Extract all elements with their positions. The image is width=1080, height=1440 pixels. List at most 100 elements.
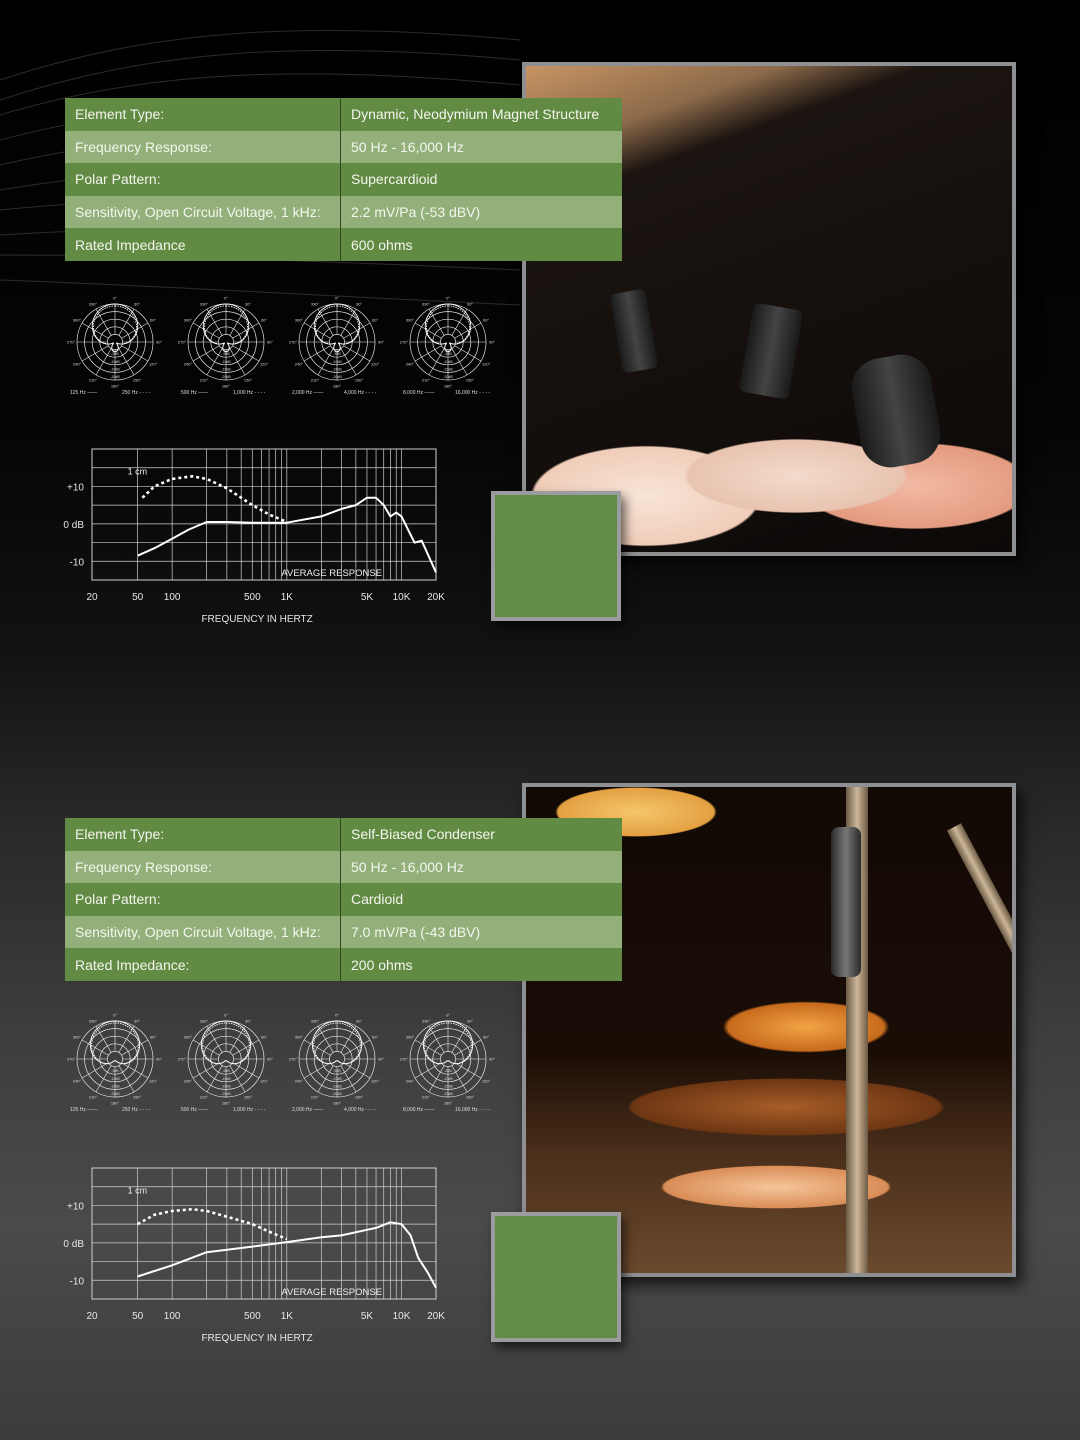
polar-angle-label: 330° <box>200 301 209 306</box>
x-tick-label: 10K <box>393 592 411 603</box>
y-tick-label: 0 dB <box>63 520 84 531</box>
polar-angle-label: 90° <box>267 1057 273 1062</box>
spec-label: Rated Impedance: <box>65 948 341 981</box>
polar-angle-label: 150° <box>466 1095 475 1100</box>
spec-label: Element Type: <box>65 818 341 851</box>
x-tick-label: 20 <box>86 592 98 603</box>
accent-green-square <box>491 1212 621 1342</box>
polar-angle-label: 240° <box>295 362 304 367</box>
polar-angle-label: 300° <box>73 318 82 323</box>
polar-angle-label: 0° <box>113 1013 117 1018</box>
polar-angle-label: 270° <box>400 340 409 345</box>
polar-angle-label: 270° <box>67 1057 76 1062</box>
polar-angle-label: 150° <box>133 1095 142 1100</box>
spec-value: 50 Hz - 16,000 Hz <box>340 850 622 884</box>
polar-angle-label: 120° <box>149 1079 158 1084</box>
polar-angle-label: 60° <box>261 1035 267 1040</box>
polar-angle-label: 210° <box>422 1095 431 1100</box>
polar-angle-label: 180° <box>333 1101 342 1106</box>
polar-ring-label: -15dB <box>110 367 120 371</box>
spec-row: Rated Impedance: 200 ohms <box>65 948 622 981</box>
spec-row: Element Type: Dynamic, Neodymium Magnet S… <box>65 98 622 131</box>
polar-ring-label: -5dB <box>111 1069 119 1073</box>
legend-1cm-label: 1 cm <box>128 466 148 476</box>
spec-row: Sensitivity, Open Circuit Voltage, 1 kHz… <box>65 195 622 229</box>
polar-legend-solid: 8,000 Hz —— <box>403 1107 435 1113</box>
polar-angle-label: 270° <box>178 340 187 345</box>
x-tick-label: 500 <box>244 592 261 603</box>
polar-angle-label: 90° <box>378 340 384 345</box>
polar-ring-label: -10dB <box>332 1077 342 1081</box>
polar-angle-label: 180° <box>111 384 120 389</box>
spec-value: Cardioid <box>340 883 622 916</box>
polar-ring-label: -20dB <box>443 1092 453 1096</box>
polar-angle-label: 90° <box>378 1057 384 1062</box>
polar-plot: 0° 30° 60° 90° 120° 150° 180° 210° 240° 270° 300° 3… <box>176 296 281 406</box>
polar-angle-label: 180° <box>111 1101 120 1106</box>
polar-ring-label: -15dB <box>221 367 231 371</box>
polar-angle-label: 150° <box>355 378 364 383</box>
spec-row: Frequency Response: 50 Hz - 16,000 Hz <box>65 850 622 884</box>
polar-plot: 0° 30° 60° 90° 120° 150° 180° 210° 240° 270° 300° 3… <box>65 296 170 406</box>
polar-plot: 0° 30° 60° 90° 120° 150° 180° 210° 240° 270° 300° 3… <box>398 296 503 406</box>
polar-ring-label: -20dB <box>110 1092 120 1096</box>
polar-angle-label: 150° <box>355 1095 364 1100</box>
polar-angle-label: 60° <box>150 1035 156 1040</box>
polar-angle-label: 270° <box>178 1057 187 1062</box>
x-tick-label: 500 <box>244 1311 261 1322</box>
y-tick-label: +10 <box>67 1201 84 1212</box>
polar-angle-label: 30° <box>467 1018 473 1023</box>
frequency-response-chart-condenser: 20 50 100 500 1K 5K 10K 20K +10 0 dB -10 FREQUENCY … <box>60 1159 460 1349</box>
polar-angle-label: 30° <box>356 301 362 306</box>
polar-ring <box>440 334 456 350</box>
y-tick-label: 0 dB <box>63 1239 84 1250</box>
polar-angle-label: 0° <box>224 296 228 301</box>
spec-value: 200 ohms <box>340 948 622 981</box>
polar-angle-label: 30° <box>245 1018 251 1023</box>
polar-ring-label: -10dB <box>443 1077 453 1081</box>
x-tick-label: 50 <box>132 1311 144 1322</box>
spec-row: Rated Impedance 600 ohms <box>65 228 622 261</box>
y-tick-label: -10 <box>70 1276 85 1287</box>
polar-plots-dynamic: 0° 30° 60° 90° 120° 150° 180° 210° 240° 270° 300° 3… <box>65 296 505 406</box>
spec-value: 2.2 mV/Pa (-53 dBV) <box>340 195 622 229</box>
spec-label: Polar Pattern: <box>65 883 341 916</box>
polar-angle-label: 180° <box>333 384 342 389</box>
spec-value: 7.0 mV/Pa (-43 dBV) <box>340 915 622 949</box>
polar-angle-label: 300° <box>184 1035 193 1040</box>
polar-angle-label: 210° <box>200 1095 209 1100</box>
spec-label: Element Type: <box>65 98 341 131</box>
polar-angle-label: 0° <box>446 296 450 301</box>
spec-table-dynamic: Element Type: Dynamic, Neodymium Magnet S… <box>65 98 622 261</box>
polar-ring-label: -15dB <box>332 1084 342 1088</box>
polar-angle-label: 0° <box>335 296 339 301</box>
polar-ring <box>107 1051 123 1067</box>
mic-2 <box>738 302 804 400</box>
polar-angle-label: 300° <box>184 318 193 323</box>
polar-angle-label: 330° <box>311 1018 320 1023</box>
polar-legend-solid: 125 Hz —— <box>70 390 98 396</box>
polar-ring <box>440 1051 456 1067</box>
polar-angle-label: 210° <box>311 1095 320 1100</box>
polar-legend-dashed: 4,000 Hz - - - - <box>344 390 377 396</box>
polar-angle-label: 180° <box>444 1101 453 1106</box>
polar-ring-label: -20dB <box>221 375 231 379</box>
polar-angle-label: 180° <box>444 384 453 389</box>
condenser-mic <box>831 827 861 977</box>
spec-row: Element Type: Self-Biased Condenser <box>65 818 622 851</box>
polar-ring-label: -5dB <box>111 352 119 356</box>
polar-legend-dashed: 16,000 Hz - - - - <box>455 1107 491 1113</box>
polar-angle-label: 240° <box>73 362 82 367</box>
polar-legend-solid: 125 Hz —— <box>70 1107 98 1113</box>
polar-angle-label: 240° <box>406 362 415 367</box>
polar-ring-label: -5dB <box>444 1069 452 1073</box>
polar-ring-label: -20dB <box>332 375 342 379</box>
polar-angle-label: 60° <box>372 318 378 323</box>
polar-legend-dashed: 4,000 Hz - - - - <box>344 1107 377 1113</box>
polar-ring-label: -20dB <box>443 375 453 379</box>
spec-value: 50 Hz - 16,000 Hz <box>340 130 622 164</box>
mic-1 <box>609 288 659 374</box>
series-1cm-dashed <box>141 475 288 524</box>
x-tick-label: 20 <box>86 1311 98 1322</box>
polar-angle-label: 60° <box>483 1035 489 1040</box>
